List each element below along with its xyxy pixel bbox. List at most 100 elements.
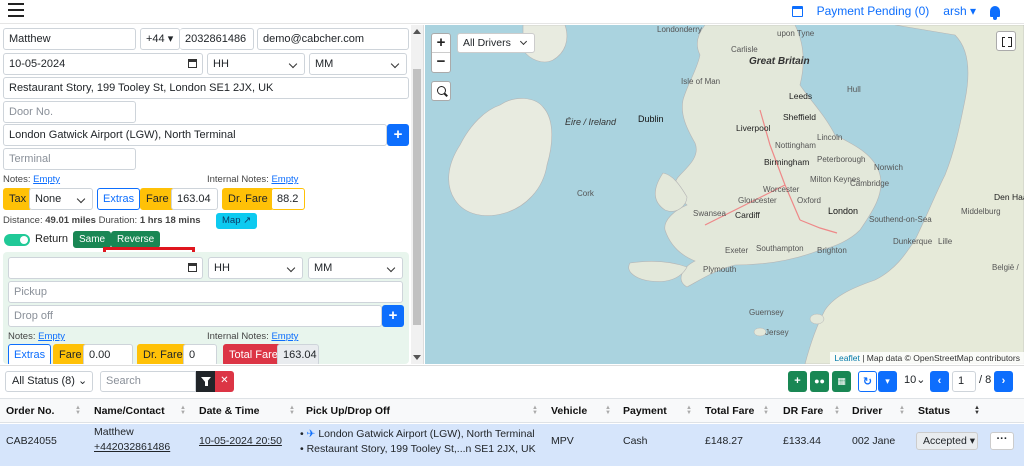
minute-select[interactable]: MM [309, 53, 407, 75]
dropoff-field[interactable]: London Gatwick Airport (LGW), North Term… [3, 124, 387, 146]
return-dropoff-field[interactable]: Drop off [8, 305, 382, 327]
col-total-fare[interactable]: Total Fare [705, 405, 754, 417]
contact-name: Matthew [94, 426, 134, 438]
table-row[interactable]: CAB24055 Matthew +442032861486 10-05-202… [0, 424, 1024, 466]
map-label-dunkerque: Dunkerque [893, 237, 933, 246]
return-internal-notes-link[interactable]: Empty [271, 331, 298, 342]
refresh-options-button[interactable]: ▾ [878, 371, 897, 392]
col-order-no[interactable]: Order No. [6, 405, 54, 417]
reverse-button[interactable]: Reverse [111, 231, 161, 248]
zoom-out-button[interactable]: − [432, 53, 450, 72]
return-extras-button[interactable]: Extras [8, 344, 52, 364]
map-icon[interactable]: ▦ [832, 371, 851, 392]
return-minute-select[interactable]: MM [308, 257, 403, 279]
return-fare-field[interactable]: 0.00 [83, 344, 133, 364]
leaflet-link[interactable]: Leaflet [834, 353, 860, 363]
users-icon[interactable]: ●● [810, 371, 829, 392]
status-dropdown[interactable]: Accepted ▾ [916, 432, 978, 450]
col-date-time[interactable]: Date & Time [199, 405, 260, 417]
map-search-icon[interactable] [431, 81, 451, 101]
clear-filter-button[interactable]: ✕ [215, 371, 234, 392]
row-pickup: London Gatwick Airport (LGW), North Term… [318, 428, 535, 440]
col-dr-fare[interactable]: DR Fare [783, 405, 823, 417]
tax-select[interactable]: None [29, 188, 93, 210]
same-button[interactable]: Same [73, 231, 112, 248]
sort-icon[interactable]: ▲ ▼ [763, 405, 769, 416]
return-pickup-field[interactable]: Pickup [8, 281, 403, 303]
map-label-belgie: België / [992, 263, 1019, 272]
sort-icon[interactable]: ▲ ▼ [605, 405, 611, 416]
notes-link[interactable]: Empty [33, 174, 60, 185]
map-label-londonderry: Londonderry [657, 25, 702, 34]
name-field[interactable]: Matthew [3, 28, 136, 50]
datetime-link[interactable]: 10-05-2024 20:50 [199, 435, 282, 447]
bell-icon[interactable] [990, 5, 1000, 20]
calendar-icon[interactable] [791, 5, 803, 17]
more-actions-icon[interactable]: ··· [990, 432, 1014, 450]
filter-button[interactable] [196, 371, 215, 392]
form-scrollbar[interactable] [411, 25, 423, 364]
sort-icon[interactable]: ▲ ▼ [289, 405, 295, 416]
table-toolbar: All Status (8) ⌄ Search ✕ + ●● ▦ ↻ ▾ 10⌄… [0, 365, 1024, 395]
duration-value: 1 hrs 18 mins [139, 215, 201, 226]
status-filter-select[interactable]: All Status (8) ⌄ [5, 371, 93, 392]
col-payment[interactable]: Payment [623, 405, 667, 417]
fare-field[interactable]: 163.04 [171, 188, 218, 210]
hour-select[interactable]: HH [207, 53, 305, 75]
dr-fare-field[interactable]: 88.2 [271, 188, 305, 210]
calendar-icon[interactable] [188, 263, 197, 272]
col-status[interactable]: Status [918, 405, 950, 417]
scroll-down-icon[interactable] [413, 355, 421, 360]
return-date-field[interactable] [8, 257, 203, 279]
sort-icon[interactable]: ▲ ▼ [532, 405, 538, 416]
col-name-contact[interactable]: Name/Contact [94, 405, 165, 417]
scroll-up-icon[interactable] [413, 29, 421, 34]
date-field[interactable]: 10-05-2024 [3, 53, 203, 75]
map-label-milton-keynes: Milton Keynes [810, 175, 861, 184]
menu-icon[interactable] [8, 3, 24, 17]
country-code-select[interactable]: +44 ▾ [140, 28, 180, 50]
fullscreen-icon[interactable] [996, 31, 1016, 51]
add-booking-button[interactable]: + [788, 371, 807, 392]
col-pickup-dropoff[interactable]: Pick Up/Drop Off [306, 405, 390, 417]
scroll-thumb[interactable] [413, 69, 421, 325]
sort-icon[interactable]: ▲ ▼ [686, 405, 692, 416]
terminal-field[interactable]: Terminal [3, 148, 136, 170]
phone-field[interactable]: 2032861486 [180, 28, 254, 50]
contact-phone-link[interactable]: +442032861486 [94, 441, 170, 453]
refresh-icon[interactable]: ↻ [858, 371, 877, 392]
internal-notes-link[interactable]: Empty [271, 174, 298, 185]
door-no-field[interactable]: Door No. [3, 101, 136, 123]
return-dr-fare-field[interactable]: 0 [183, 344, 217, 364]
per-page-select[interactable]: 10⌄ [901, 371, 927, 392]
search-placeholder: Search [106, 375, 141, 387]
zoom-in-button[interactable]: + [432, 34, 450, 53]
map-view[interactable]: Great Britain Isle of Man Éire / Ireland… [425, 25, 1024, 364]
col-vehicle[interactable]: Vehicle [551, 405, 587, 417]
extras-button[interactable]: Extras [97, 188, 141, 210]
sort-icon[interactable]: ▲ ▼ [899, 405, 905, 416]
driver-filter-select[interactable]: All Drivers [457, 33, 535, 53]
col-driver[interactable]: Driver [852, 405, 882, 417]
return-add-via-button[interactable]: + [382, 305, 404, 327]
prev-page-button[interactable]: ‹ [930, 371, 949, 392]
sort-icon[interactable]: ▲ ▼ [180, 405, 186, 416]
next-page-button[interactable]: › [994, 371, 1013, 392]
sort-icon[interactable]: ▲ ▼ [974, 405, 980, 416]
calendar-icon[interactable] [188, 59, 197, 68]
map-label-southend: Southend-on-Sea [869, 215, 932, 224]
pickup-field[interactable]: Restaurant Story, 199 Tooley St, London … [3, 77, 409, 99]
return-notes-link[interactable]: Empty [38, 331, 65, 342]
sort-icon[interactable]: ▲ ▼ [75, 405, 81, 416]
payment-pending-link[interactable]: Payment Pending (0) [817, 4, 930, 18]
user-menu[interactable]: arsh ▾ [943, 4, 976, 18]
search-input[interactable]: Search [100, 371, 196, 392]
add-via-button[interactable]: + [387, 124, 409, 146]
sort-icon[interactable]: ▲ ▼ [834, 405, 840, 416]
return-toggle[interactable] [4, 234, 30, 246]
page-input[interactable]: 1 [952, 371, 976, 392]
email-field[interactable]: demo@cabcher.com [257, 28, 409, 50]
return-hour-select[interactable]: HH [208, 257, 303, 279]
map-button[interactable]: Map ↗ [216, 213, 258, 229]
order-no-cell: CAB24055 [6, 435, 57, 447]
